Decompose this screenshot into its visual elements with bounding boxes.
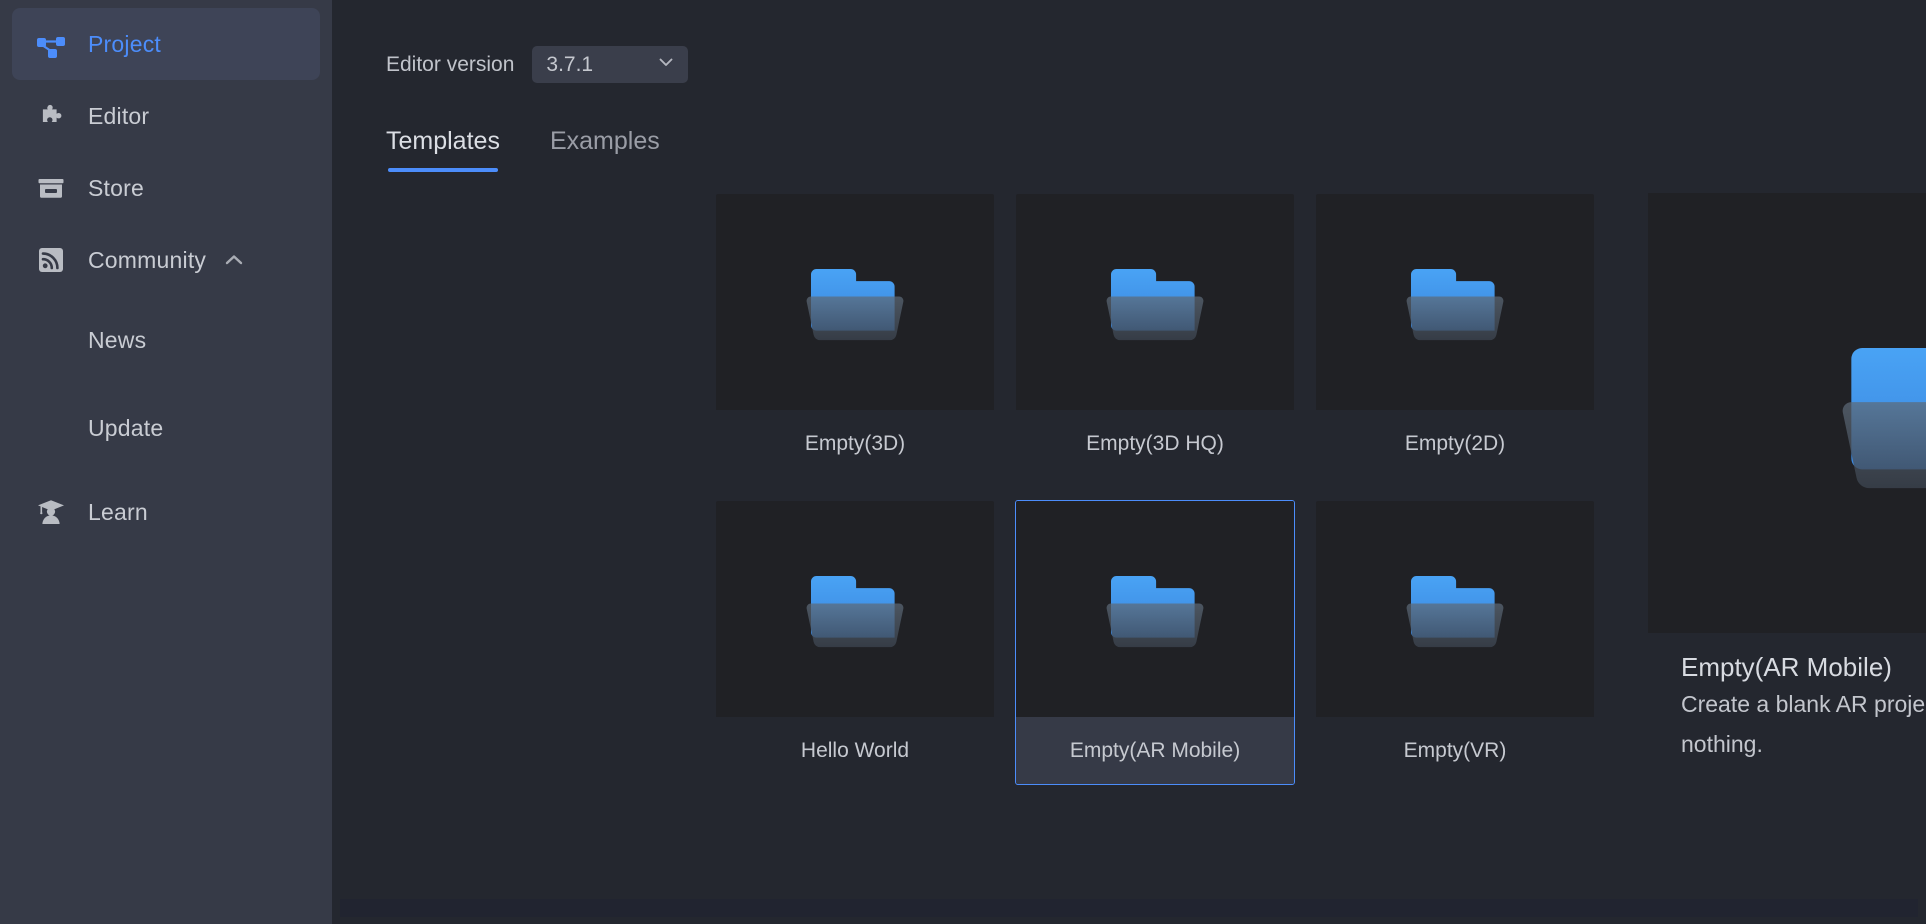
folder-icon [1406, 576, 1504, 648]
preview-description: Create a blank AR project that contains … [1681, 691, 1926, 757]
editor-version-label: Editor version [386, 52, 515, 76]
bottom-bar [340, 899, 1918, 917]
sidebar-item-update[interactable]: Update [12, 384, 320, 472]
sidebar-item-learn[interactable]: Learn [12, 476, 320, 548]
template-thumbnail [716, 501, 994, 717]
preview-title: Empty(AR Mobile) [1681, 652, 1892, 682]
template-card-hello-world[interactable]: Hello World [715, 500, 995, 785]
editor-version-select[interactable]: 3.7.1 [532, 46, 689, 83]
folder-icon [1406, 269, 1504, 341]
template-thumbnail [716, 194, 994, 410]
folder-icon [1106, 576, 1204, 648]
tab-templates[interactable]: Templates [386, 127, 500, 172]
template-card-empty-3d-hq[interactable]: Empty(3D HQ) [1015, 193, 1295, 478]
tab-bar: Templates Examples [386, 127, 660, 172]
sidebar-item-editor[interactable]: Editor [12, 80, 320, 152]
dashboard-window: Project Editor Store Community News Upda… [0, 0, 1926, 924]
template-thumbnail [1016, 501, 1294, 717]
graduate-icon [34, 495, 68, 529]
tab-examples[interactable]: Examples [550, 127, 660, 172]
puzzle-piece-icon [34, 99, 68, 133]
sidebar-item-label: Community [88, 246, 207, 273]
main-content: Editor version 3.7.1 Templates Examples [332, 0, 1926, 924]
template-thumbnail [1316, 194, 1594, 410]
editor-version-value: 3.7.1 [546, 52, 594, 76]
sidebar-item-label: Store [88, 174, 144, 201]
template-card-empty-2d[interactable]: Empty(2D) [1315, 193, 1595, 478]
sidebar-item-project[interactable]: Project [12, 8, 320, 80]
sidebar-item-news[interactable]: News [12, 296, 320, 384]
template-card-empty-ar-mobile[interactable]: Empty(AR Mobile) [1015, 500, 1295, 785]
template-card-label: Empty(2D) [1404, 431, 1506, 455]
chevron-down-icon [656, 52, 676, 77]
folder-icon [1106, 269, 1204, 341]
template-card-label: Hello World [800, 738, 910, 762]
template-card-empty-vr[interactable]: Empty(VR) [1315, 500, 1595, 785]
sidebar-item-store[interactable]: Store [12, 152, 320, 224]
template-card-empty-3d[interactable]: Empty(3D) [715, 193, 995, 478]
chevron-up-icon[interactable] [222, 248, 246, 272]
sidebar-item-label: News [88, 326, 147, 353]
sidebar-item-label: Learn [88, 498, 148, 525]
storefront-icon [34, 171, 68, 205]
template-thumbnail [1016, 194, 1294, 410]
node-graph-icon [34, 27, 68, 61]
template-preview-panel [1648, 193, 1926, 633]
sidebar: Project Editor Store Community News Upda… [0, 0, 332, 924]
template-card-label: Empty(AR Mobile) [1016, 717, 1294, 784]
template-grid: Empty(3D) Empty(3D HQ) Empty(2D) Hello W… [715, 193, 1595, 807]
folder-icon [806, 576, 904, 648]
template-thumbnail [1316, 501, 1594, 717]
folder-icon [1842, 348, 1926, 489]
template-card-label: Empty(VR) [1403, 738, 1507, 762]
sidebar-item-community[interactable]: Community [12, 224, 320, 296]
sidebar-item-label: Project [88, 30, 161, 57]
rss-feed-icon [34, 243, 68, 277]
editor-version-row: Editor version 3.7.1 [386, 46, 689, 83]
folder-icon [806, 269, 904, 341]
template-card-label: Empty(3D HQ) [1086, 431, 1224, 455]
sidebar-item-label: Update [88, 414, 164, 441]
sidebar-item-label: Editor [88, 102, 150, 129]
template-card-label: Empty(3D) [804, 431, 906, 455]
